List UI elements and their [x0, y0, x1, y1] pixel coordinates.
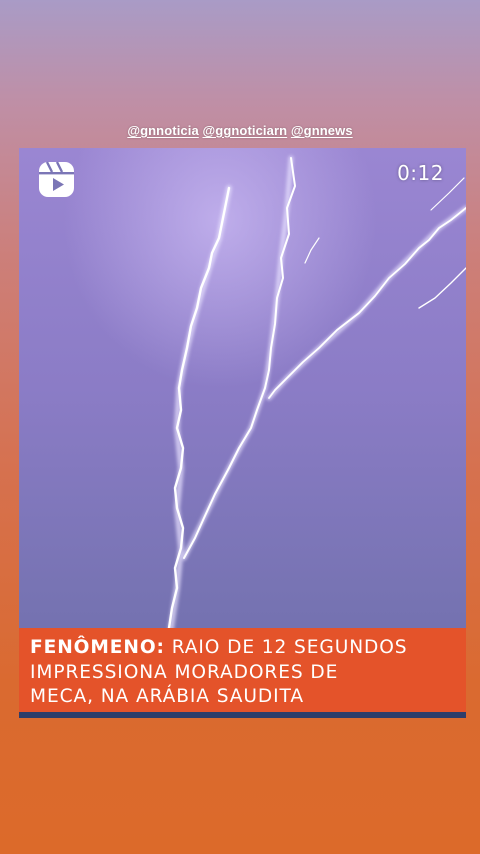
headline-tag: FENÔMENO:	[30, 637, 165, 658]
lightning-video-frame	[19, 148, 466, 628]
headline-line-1: FENÔMENO: RAIO DE 12 SEGUNDOS	[30, 636, 456, 661]
reels-icon	[39, 161, 74, 197]
mention-link[interactable]: @ggnoticiarn	[203, 123, 288, 138]
video-timer: 0:12	[397, 161, 444, 185]
headline-text: RAIO DE 12 SEGUNDOS	[164, 637, 408, 658]
shared-reel-post[interactable]: 0:12 FENÔMENO: RAIO DE 12 SEGUNDOS IMPRE…	[19, 148, 466, 718]
headline-line-2: IMPRESSIONA MORADORES DE	[30, 661, 339, 683]
mention-link[interactable]: @gnnews	[291, 123, 353, 138]
news-headline-banner: FENÔMENO: RAIO DE 12 SEGUNDOS IMPRESSION…	[19, 628, 466, 712]
story-mentions: @gnnoticia @ggnoticiarn @gnnews	[0, 123, 480, 138]
banner-bottom-bar	[19, 712, 466, 718]
mention-link[interactable]: @gnnoticia	[127, 123, 198, 138]
headline-line-3: MECA, NA ARÁBIA SAUDITA	[30, 686, 304, 707]
